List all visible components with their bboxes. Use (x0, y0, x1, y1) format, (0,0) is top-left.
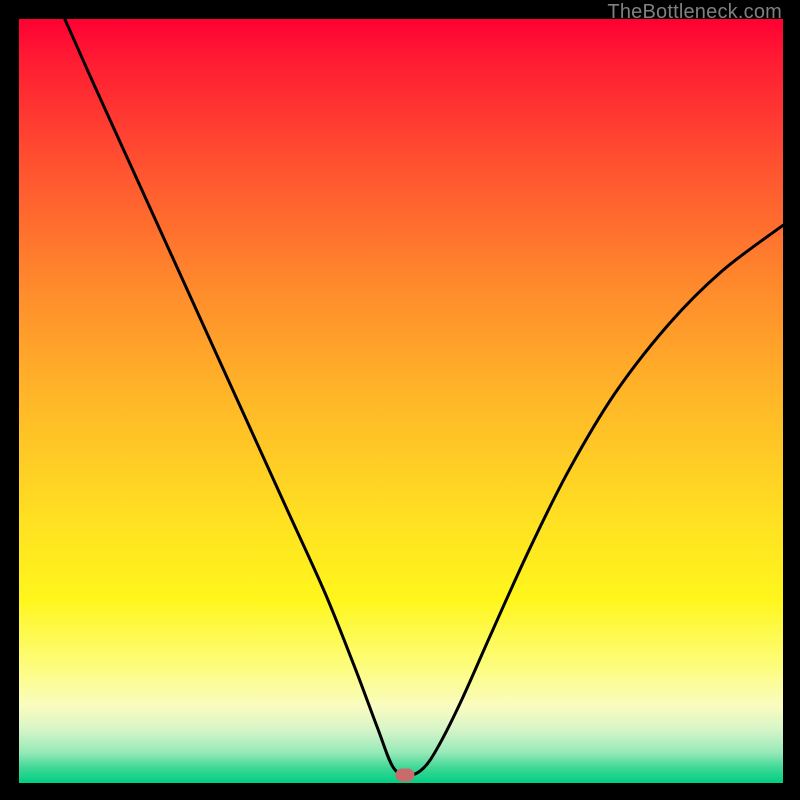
watermark-text: TheBottleneck.com (607, 1, 782, 24)
optimal-point-marker (395, 768, 414, 781)
bottleneck-curve (65, 19, 783, 775)
chart-plot-area (19, 19, 783, 783)
chart-curve-svg (19, 19, 783, 783)
